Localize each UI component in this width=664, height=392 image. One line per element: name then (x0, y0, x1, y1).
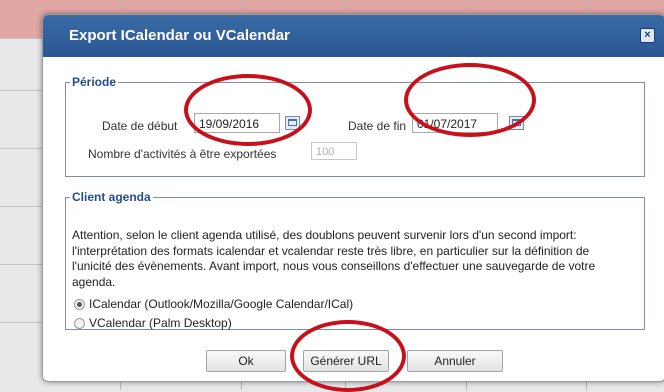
cancel-button[interactable]: Annuler (407, 350, 503, 372)
warning-paragraph: Attention, selon le client agenda utilis… (72, 228, 596, 289)
periode-legend: Période (72, 75, 117, 89)
radio-unchecked-icon[interactable] (74, 318, 85, 329)
dialog-title: Export ICalendar ou VCalendar (69, 27, 290, 44)
dialog-titlebar: Export ICalendar ou VCalendar × (43, 15, 664, 57)
ok-button[interactable]: Ok (206, 350, 286, 372)
activity-count-label: Nombre d'activités à être exportées (88, 147, 277, 161)
periode-fieldset: Période Date de début 19/09/2016 Date de… (65, 75, 645, 177)
radio-label: VCalendar (Palm Desktop) (89, 316, 232, 330)
radio-label: ICalendar (Outlook/Mozilla/Google Calend… (89, 297, 354, 311)
radio-option-icalendar[interactable]: ICalendar (Outlook/Mozilla/Google Calend… (74, 297, 353, 311)
client-agenda-fieldset: Client agenda Attention, selon le client… (65, 190, 645, 330)
annotation-circle-end-date (404, 63, 536, 137)
annotation-circle-generate-url (290, 320, 406, 392)
start-date-label: Date de début (102, 119, 178, 133)
activity-count-field[interactable]: 100 (311, 142, 357, 160)
end-date-label: Date de fin (348, 119, 407, 133)
close-button[interactable]: × (640, 28, 655, 43)
annotation-circle-start-date (184, 74, 312, 146)
radio-checked-icon[interactable] (74, 299, 85, 310)
radio-option-vcalendar[interactable]: VCalendar (Palm Desktop) (74, 316, 232, 330)
client-agenda-legend: Client agenda (72, 190, 151, 204)
close-icon: × (644, 29, 651, 41)
